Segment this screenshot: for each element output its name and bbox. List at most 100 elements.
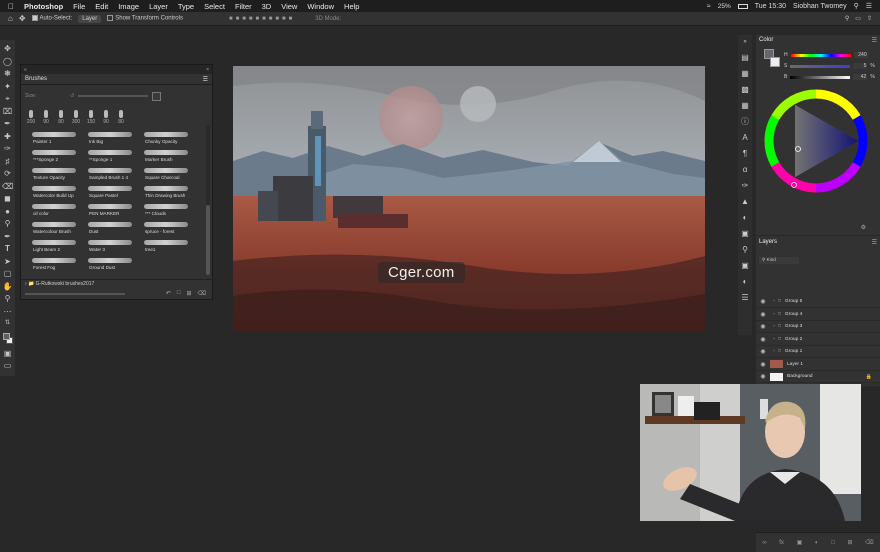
new-brush-icon[interactable]: ⊞	[186, 290, 191, 297]
brush-preset[interactable]: Water 3	[86, 239, 138, 255]
expand-group-icon[interactable]: ›	[770, 324, 778, 329]
brush-preset[interactable]: Texture Opacity	[30, 167, 82, 183]
layer-name[interactable]: Layer 1	[787, 362, 803, 367]
collapse-icon[interactable]: »	[740, 37, 750, 47]
toggle-icon[interactable]: ↶	[166, 290, 171, 297]
swap-colors-icon[interactable]: ⇅	[2, 319, 13, 329]
brush-preset[interactable]: PEN MARKER	[86, 203, 138, 219]
healing-brush-icon[interactable]: ✚	[2, 132, 13, 142]
lock-icon[interactable]: 🔒	[866, 374, 872, 380]
brightness-slider[interactable]	[790, 75, 851, 79]
transform-checkbox[interactable]: Show Transform Controls	[107, 15, 183, 22]
layer-row[interactable]: ◉ › □ Group 5	[756, 296, 880, 308]
apple-icon[interactable]: 	[8, 2, 14, 11]
character-icon[interactable]: A	[740, 133, 750, 143]
history-brush-icon[interactable]: ⟳	[2, 169, 13, 179]
brush-tool-icon[interactable]: ✑	[2, 144, 13, 154]
expand-group-icon[interactable]: ›	[770, 337, 778, 342]
brush-tip[interactable]: 150	[85, 110, 97, 125]
brush-preset[interactable]: oil color	[30, 203, 82, 219]
visibility-eye-icon[interactable]: ◉	[756, 373, 770, 380]
brush-preset[interactable]: Forest Fog	[30, 257, 82, 273]
clock[interactable]: Tue 15:30	[755, 3, 786, 10]
expand-group-icon[interactable]: ›	[770, 299, 778, 304]
brush-preset[interactable]: Thin Drawing Brush	[142, 185, 194, 201]
layer-name[interactable]: Background	[787, 374, 813, 379]
brushes-scrollbar[interactable]	[206, 125, 210, 275]
layer-row[interactable]: ◉ › □ Group 3	[756, 321, 880, 333]
link-layers-icon[interactable]: ∞	[762, 540, 766, 546]
libraries-icon[interactable]: ▣	[740, 261, 750, 271]
brush-preset[interactable]	[142, 257, 194, 273]
brush-preset[interactable]: *** Clouds	[142, 203, 194, 219]
hue-slider[interactable]	[790, 53, 851, 57]
auto-select-checkbox[interactable]: Auto-Select:	[31, 15, 72, 22]
new-layer-icon[interactable]: ⊞	[847, 539, 852, 546]
new-group-icon[interactable]: □	[831, 540, 835, 546]
gradients-icon[interactable]: ▩	[740, 85, 750, 95]
brush-preset[interactable]: Dust	[86, 221, 138, 237]
visibility-eye-icon[interactable]: ◉	[756, 311, 770, 318]
create-brush-icon[interactable]	[152, 91, 162, 101]
background-color-swatch[interactable]	[770, 57, 780, 67]
delete-layer-icon[interactable]: ⌫	[865, 539, 873, 546]
transform-icon[interactable]: ▣	[740, 229, 750, 239]
layer-name[interactable]: Group 1	[785, 349, 802, 354]
menu-select[interactable]: Select	[204, 2, 225, 11]
wifi-icon[interactable]: ≈	[707, 3, 711, 10]
brush-preset[interactable]: ***Sponge 2	[30, 149, 82, 165]
lasso-tool-icon[interactable]: ❃	[2, 69, 13, 79]
visibility-eye-icon[interactable]: ◉	[756, 323, 770, 330]
brush-preset[interactable]: **Sponge 1	[86, 149, 138, 165]
layers-panel-icon[interactable]: ☰	[740, 293, 750, 303]
align-icons[interactable]: ■■■■■■■■■■	[229, 16, 295, 22]
brush-settings-icon[interactable]: ✑	[740, 181, 750, 191]
layer-row[interactable]: ◉ Layer 1	[756, 359, 880, 371]
brush-tip[interactable]: 300	[70, 110, 82, 125]
menu-view[interactable]: View	[281, 2, 297, 11]
menu-help[interactable]: Help	[344, 2, 359, 11]
quick-mask-icon[interactable]: ▣	[2, 349, 13, 359]
brush-tip[interactable]: 80	[55, 110, 67, 125]
frame-tool-icon[interactable]: ⌧	[2, 107, 13, 117]
info-icon[interactable]: ⓘ	[740, 117, 750, 127]
move-tool-icon[interactable]: ✥	[2, 44, 13, 54]
layers-panel-menu-icon[interactable]: ☰	[872, 239, 877, 246]
search-icon[interactable]: ⚲	[854, 2, 859, 10]
adjustment-layer-icon[interactable]: ◐	[815, 540, 819, 546]
visibility-eye-icon[interactable]: ◉	[756, 298, 770, 305]
menu-window[interactable]: Window	[307, 2, 334, 11]
visibility-eye-icon[interactable]: ◉	[756, 361, 770, 368]
brush-preset[interactable]: Ground Dust	[86, 257, 138, 273]
path-select-icon[interactable]: ➤	[2, 257, 13, 267]
layer-name[interactable]: Group 2	[785, 337, 802, 342]
delete-icon[interactable]: ⌫	[198, 290, 206, 297]
color-tab[interactable]: Color	[759, 37, 773, 43]
saturation-slider[interactable]	[790, 64, 851, 68]
brush-preset[interactable]: Watercolor Build Up	[30, 185, 82, 201]
kind-filter[interactable]: ⚲ Kind	[759, 257, 799, 264]
brush-tip[interactable]: 90	[40, 110, 52, 125]
collapse-icon[interactable]: «	[24, 67, 27, 73]
layer-name[interactable]: Group 3	[785, 324, 802, 329]
saturation-value[interactable]: 5	[853, 63, 868, 69]
glyphs-icon[interactable]: α	[740, 165, 750, 175]
panel-menu-icon[interactable]: ☰	[203, 76, 208, 83]
fx-icon[interactable]: fx	[779, 540, 784, 546]
brush-preset[interactable]: tree1	[142, 239, 194, 255]
workspace-icon[interactable]: ▭	[855, 15, 861, 22]
styles-icon[interactable]: ◐	[740, 277, 750, 287]
workspace-search-icon[interactable]: ⚲	[845, 15, 849, 22]
document-canvas[interactable]	[233, 66, 705, 332]
layer-row[interactable]: ◉ Background 🔒	[756, 371, 880, 383]
patterns-icon[interactable]: ▦	[740, 101, 750, 111]
adjustments-icon[interactable]: ◐	[740, 213, 750, 223]
brush-preset[interactable]: Light Beam 2	[30, 239, 82, 255]
crop-tool-icon[interactable]: ⌖	[2, 94, 13, 104]
brush-preset[interactable]: Ink Big	[86, 131, 138, 147]
brush-preset[interactable]: Square Pastel	[86, 185, 138, 201]
preview-slider[interactable]	[25, 293, 125, 295]
layers-tab[interactable]: Layers	[759, 239, 777, 245]
menu-edit[interactable]: Edit	[95, 2, 108, 11]
brush-preset[interactable]: Marker Brush	[142, 149, 194, 165]
